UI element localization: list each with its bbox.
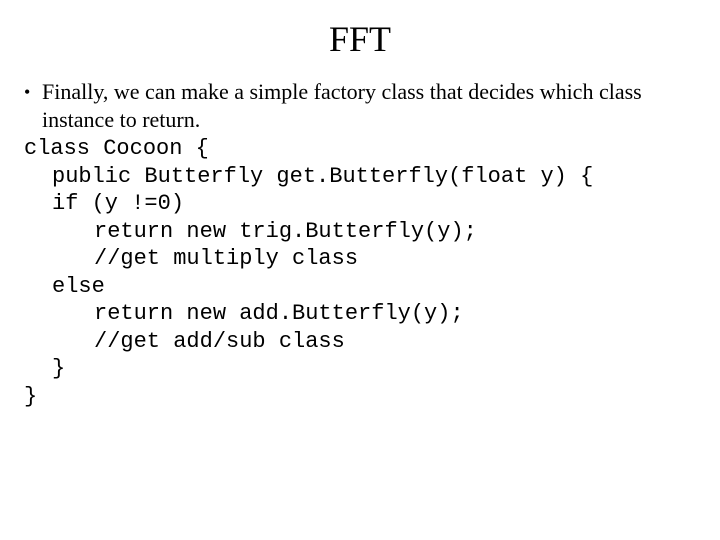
code-line: else — [24, 273, 696, 301]
code-line: //get multiply class — [24, 245, 696, 273]
slide-body: • Finally, we can make a simple factory … — [24, 78, 696, 410]
code-line: } — [24, 355, 696, 383]
code-line: //get add/sub class — [24, 328, 696, 356]
code-line: return new add.Butterfly(y); — [24, 300, 696, 328]
slide-title: FFT — [24, 18, 696, 60]
code-line: if (y !=0) — [24, 190, 696, 218]
code-line: return new trig.Butterfly(y); — [24, 218, 696, 246]
bullet-text: Finally, we can make a simple factory cl… — [42, 78, 696, 133]
code-line: public Butterfly get.Butterfly(float y) … — [24, 163, 696, 191]
bullet-marker: • — [24, 78, 42, 106]
bullet-item: • Finally, we can make a simple factory … — [24, 78, 696, 133]
slide: FFT • Finally, we can make a simple fact… — [0, 0, 720, 540]
code-line: } — [24, 383, 696, 411]
code-line: class Cocoon { — [24, 135, 696, 163]
